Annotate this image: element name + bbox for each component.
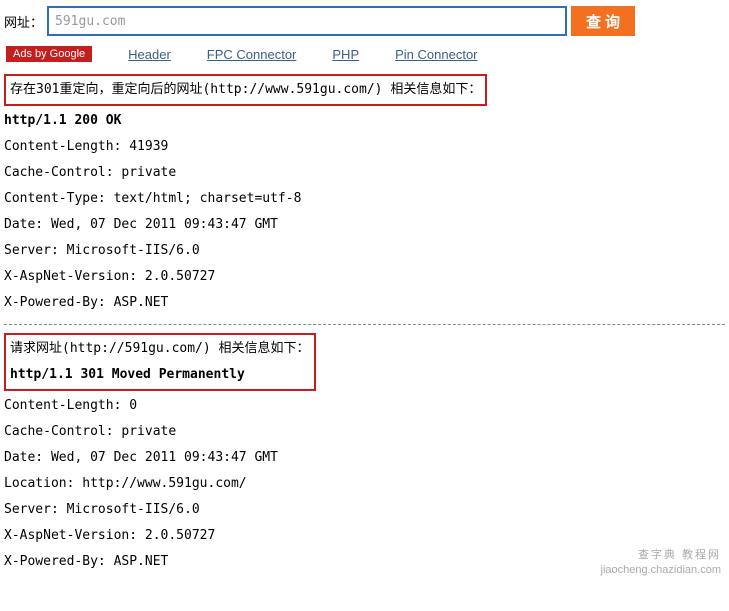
- header-line: X-AspNet-Version: 2.0.50727: [4, 264, 725, 290]
- search-bar: 网址： 查询: [0, 0, 729, 44]
- header-line: Server: Microsoft-IIS/6.0: [4, 238, 725, 264]
- watermark-url: jiaocheng.chazidian.com: [601, 563, 721, 577]
- ad-link-fpc[interactable]: FPC Connector: [207, 47, 297, 62]
- header-line: Content-Type: text/html; charset=utf-8: [4, 186, 725, 212]
- url-label: 网址：: [4, 12, 43, 31]
- ad-link-header[interactable]: Header: [128, 47, 171, 62]
- header-line: Content-Length: 41939: [4, 134, 725, 160]
- header-line: X-Powered-By: ASP.NET: [4, 290, 725, 316]
- request-notice-text: 请求网址(http://591gu.com/) 相关信息如下：: [10, 336, 310, 362]
- ad-link-pin[interactable]: Pin Connector: [395, 47, 477, 62]
- header-line: Date: Wed, 07 Dec 2011 09:43:47 GMT: [4, 212, 725, 238]
- ads-by-google-badge: Ads by Google: [6, 46, 92, 62]
- url-input[interactable]: [47, 6, 567, 36]
- header-line: Location: http://www.591gu.com/: [4, 471, 725, 497]
- redirect-notice-text: 存在301重定向，重定向后的网址(http://www.591gu.com/) …: [10, 82, 481, 97]
- response-content: 存在301重定向，重定向后的网址(http://www.591gu.com/) …: [0, 68, 729, 581]
- watermark-cn: 查字典 教程网: [601, 548, 721, 562]
- header-line: Content-Length: 0: [4, 393, 725, 419]
- http-status-200: http/1.1 200 OK: [4, 108, 725, 134]
- query-button[interactable]: 查询: [571, 6, 635, 36]
- header-line: Date: Wed, 07 Dec 2011 09:43:47 GMT: [4, 445, 725, 471]
- section-divider: [4, 324, 725, 325]
- header-line: X-AspNet-Version: 2.0.50727: [4, 523, 725, 549]
- ad-link-php[interactable]: PHP: [332, 47, 359, 62]
- header-line: Server: Microsoft-IIS/6.0: [4, 497, 725, 523]
- watermark: 查字典 教程网 jiaocheng.chazidian.com: [601, 548, 721, 577]
- http-status-301: http/1.1 301 Moved Permanently: [10, 362, 310, 388]
- header-line: Cache-Control: private: [4, 419, 725, 445]
- header-line: Cache-Control: private: [4, 160, 725, 186]
- ad-row: Ads by Google Header FPC Connector PHP P…: [0, 44, 729, 68]
- request-notice-box: 请求网址(http://591gu.com/) 相关信息如下： http/1.1…: [4, 333, 316, 391]
- redirect-notice-box: 存在301重定向，重定向后的网址(http://www.591gu.com/) …: [4, 74, 487, 106]
